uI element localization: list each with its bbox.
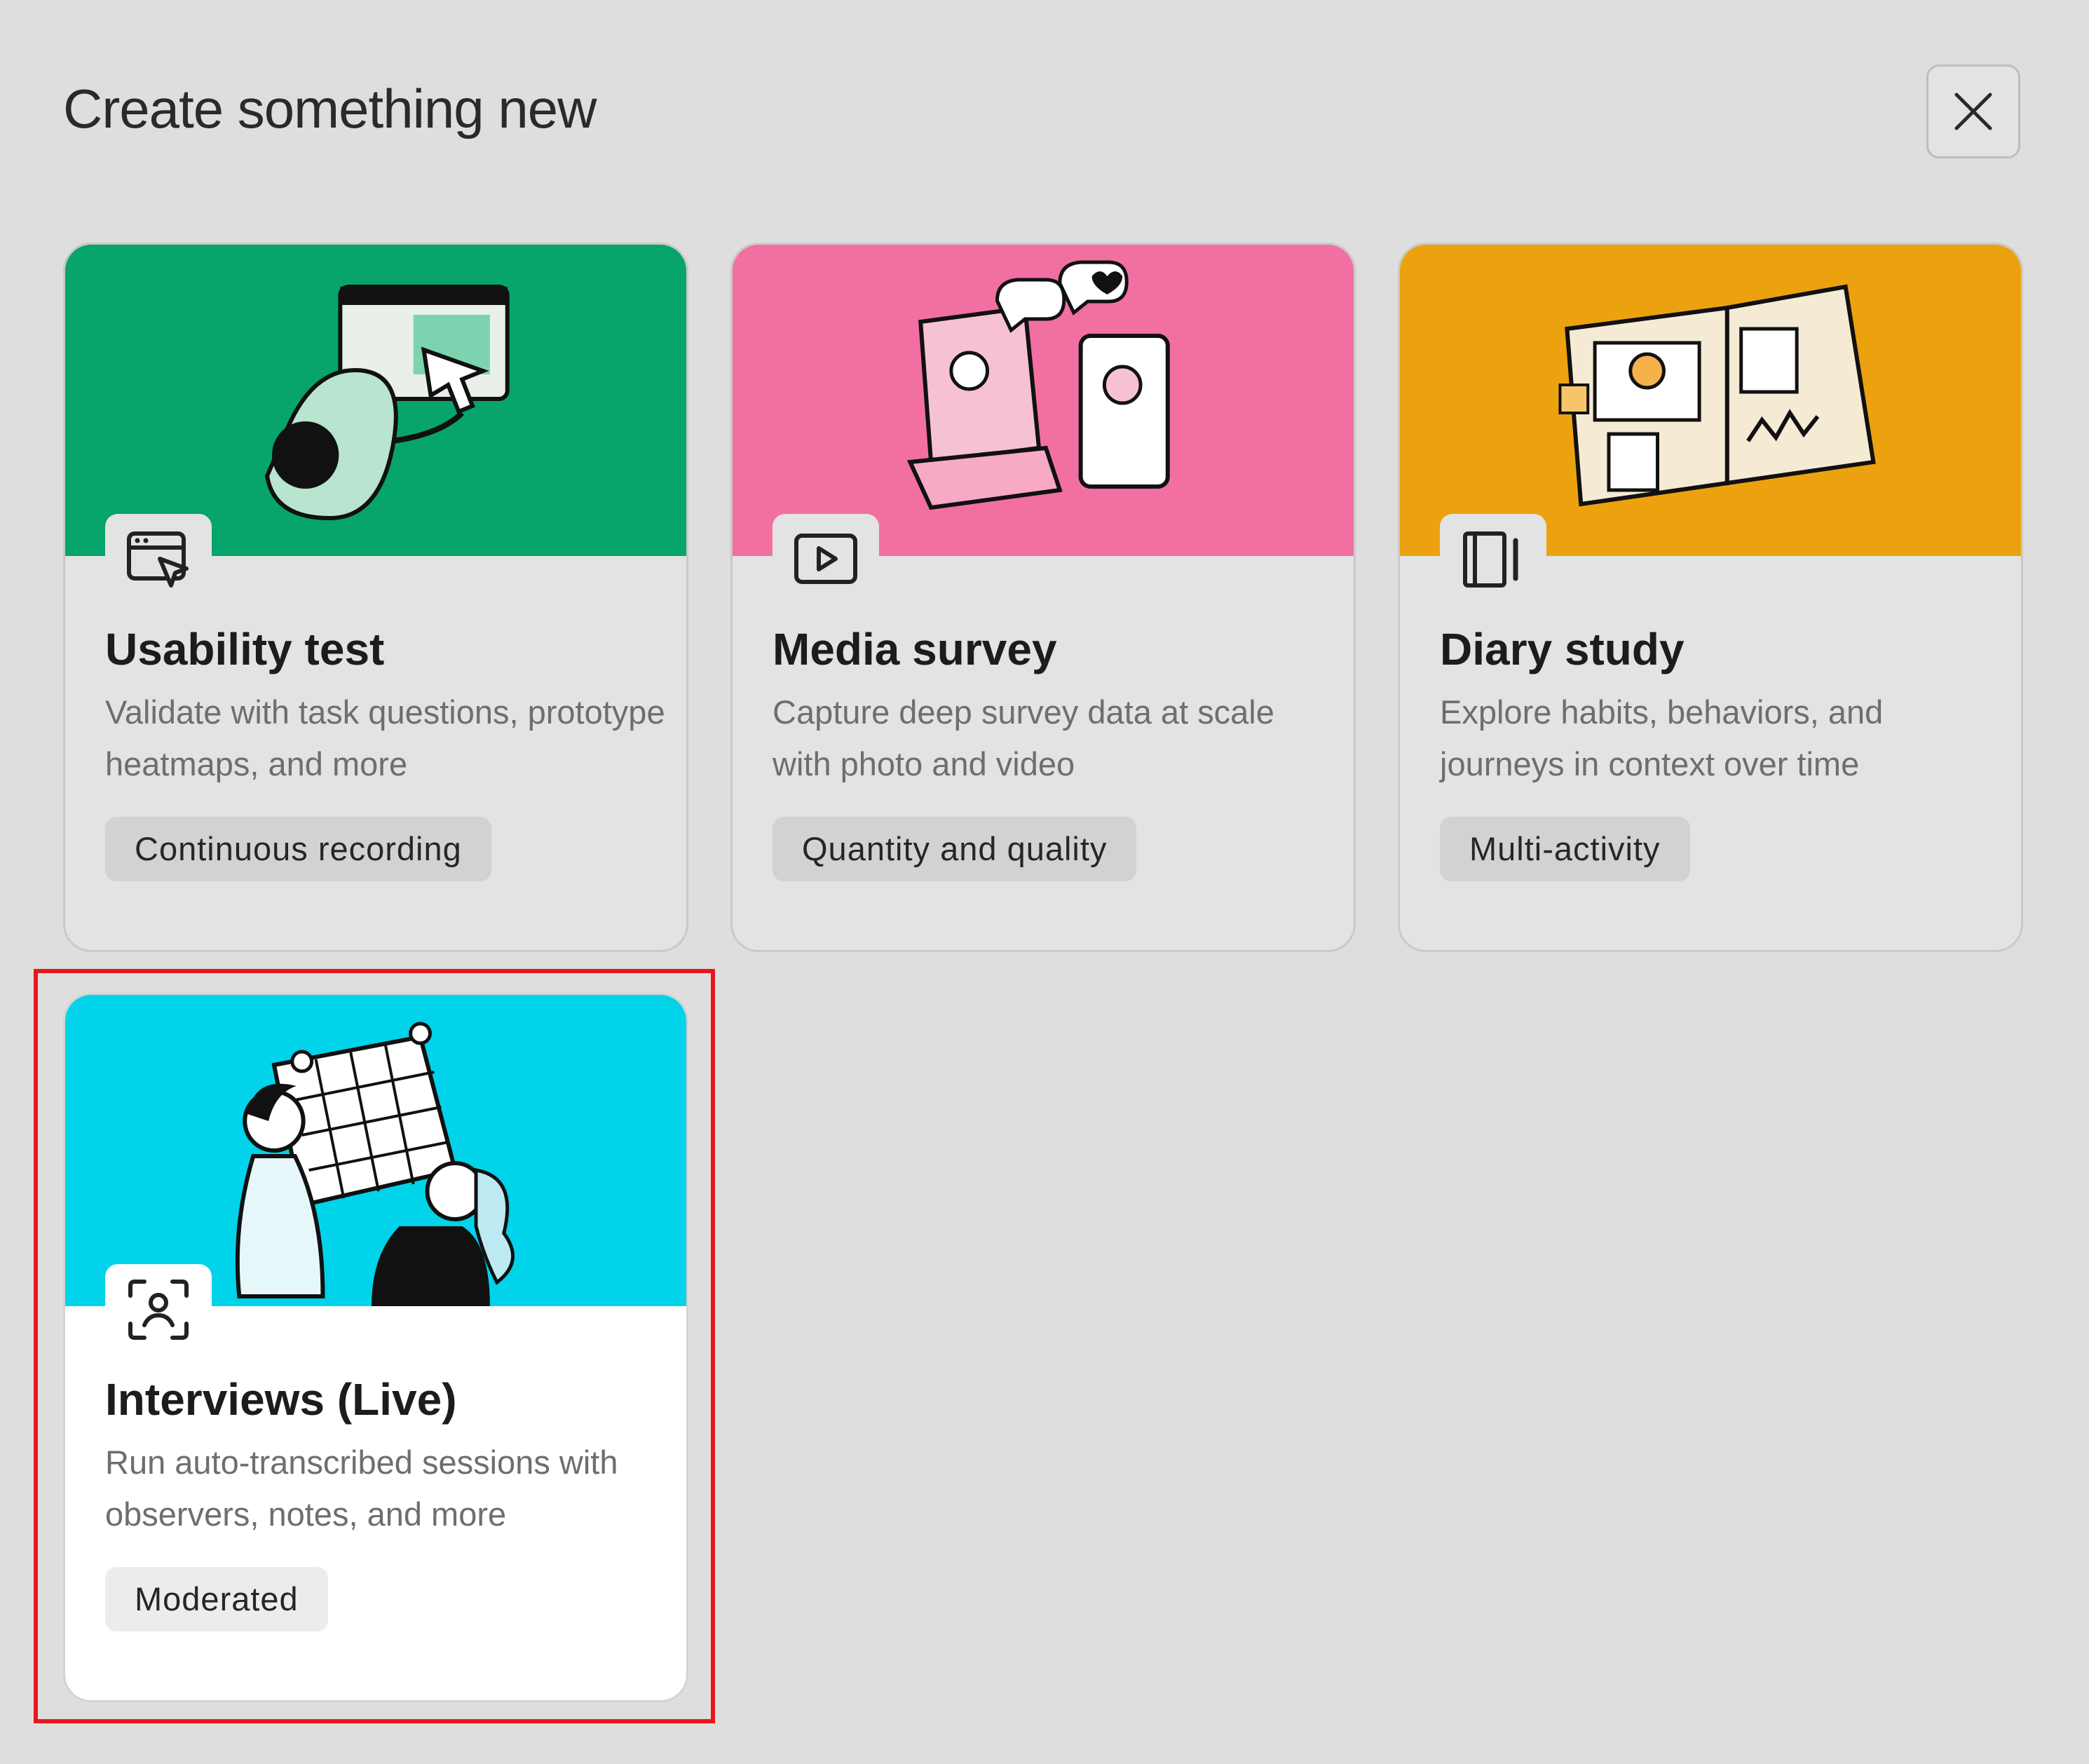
card-diary-study[interactable]: Diary study Explore habits, behaviors, a… <box>1398 243 2023 952</box>
media-survey-illustration <box>733 245 1354 556</box>
diary-study-illustration <box>1400 245 2021 556</box>
card-media-survey[interactable]: Media survey Capture deep survey data at… <box>730 243 1356 952</box>
close-button[interactable] <box>1926 65 2020 158</box>
card-title: Media survey <box>773 624 1057 674</box>
card-tag: Moderated <box>105 1567 328 1631</box>
usability-icon-tab <box>105 514 212 605</box>
card-title: Interviews (Live) <box>105 1374 457 1425</box>
card-title: Usability test <box>105 624 385 674</box>
card-title: Diary study <box>1440 624 1685 674</box>
interviews-icon-tab <box>105 1264 212 1355</box>
card-description: Capture deep survey data at scale with p… <box>773 693 1274 782</box>
card-usability-test[interactable]: Usability test Validate with task questi… <box>63 243 688 952</box>
card-interviews-live[interactable]: Interviews (Live) Run auto-transcribed s… <box>63 993 688 1702</box>
usability-test-illustration <box>65 245 686 556</box>
card-description: Validate with task questions, prototype … <box>105 693 665 782</box>
close-icon <box>1954 93 1992 130</box>
page-title: Create something new <box>63 78 597 140</box>
notebook-icon <box>1463 531 1518 588</box>
card-tag: Quantity and quality <box>773 817 1137 881</box>
diary-study-icon-tab <box>1440 514 1546 605</box>
card-description: Explore habits, behaviors, and journeys … <box>1440 693 1884 782</box>
card-description: Run auto-transcribed sessions with obser… <box>105 1444 618 1533</box>
card-tag: Multi-activity <box>1440 817 1690 881</box>
card-tag: Continuous recording <box>105 817 491 881</box>
play-icon <box>794 534 857 584</box>
person-focus-icon <box>128 1280 189 1340</box>
media-survey-icon-tab <box>773 514 879 605</box>
interviews-illustration <box>65 995 686 1306</box>
browser-cursor-icon <box>127 531 189 588</box>
